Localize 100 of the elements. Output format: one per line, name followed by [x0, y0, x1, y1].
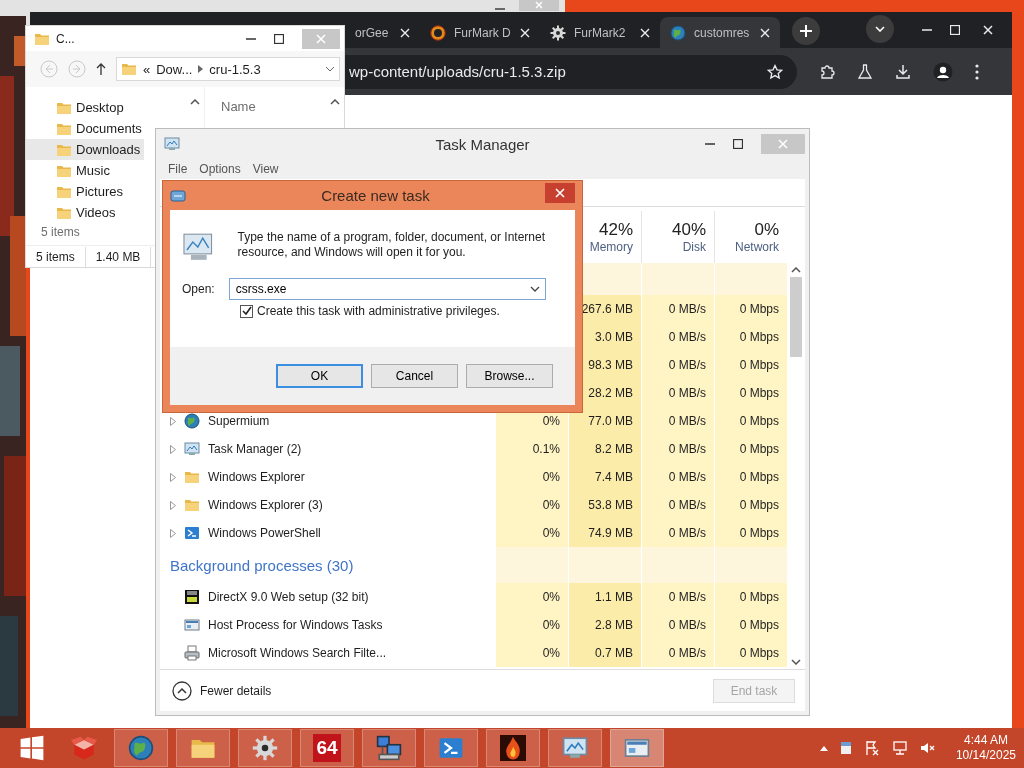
- menu-item[interactable]: View: [252, 162, 279, 176]
- expand-icon[interactable]: [170, 444, 176, 454]
- folder-icon: [184, 469, 200, 485]
- disk-cell: 0 MB/s: [641, 407, 714, 435]
- caret-icon[interactable]: [325, 66, 335, 72]
- app-logo: 64: [313, 734, 341, 762]
- menu-icon[interactable]: [975, 63, 979, 80]
- star-icon[interactable]: [767, 63, 783, 80]
- nav-item[interactable]: Pictures: [26, 181, 127, 202]
- taskbar-button[interactable]: [424, 729, 478, 767]
- profile-icon[interactable]: [933, 61, 953, 82]
- maximize-icon[interactable]: [274, 33, 284, 44]
- group-header: Background processes (30): [170, 556, 354, 574]
- up-arrow-icon[interactable]: [96, 63, 106, 75]
- expand-icon[interactable]: [170, 472, 176, 482]
- network-cell: 0 Mbps: [714, 583, 787, 611]
- flask-icon[interactable]: [857, 63, 873, 80]
- clock[interactable]: 4:44 AM 10/14/2025: [955, 733, 1016, 763]
- scrollbar-thumb[interactable]: [790, 277, 802, 357]
- dialog-button[interactable]: OK: [276, 364, 363, 388]
- process-name[interactable]: Windows Explorer: [208, 470, 305, 484]
- network-icon[interactable]: [891, 740, 908, 756]
- close-icon[interactable]: [400, 27, 410, 38]
- checkbox-label: Create this task with administrative privileges.: [257, 304, 500, 318]
- nav-item[interactable]: Videos: [26, 202, 120, 223]
- maximize-icon[interactable]: [733, 139, 743, 149]
- disk-cell: 0 MB/s: [641, 323, 714, 351]
- process-name[interactable]: Host Process for Windows Tasks: [208, 618, 383, 632]
- cpu-cell: 0%: [495, 639, 568, 667]
- globe-icon: [184, 413, 200, 429]
- expand-icon[interactable]: [170, 500, 176, 510]
- process-name[interactable]: Windows Explorer (3): [208, 498, 323, 512]
- globe-icon: [128, 735, 154, 761]
- browser-tab[interactable]: orGee: [345, 17, 420, 48]
- close-icon[interactable]: [520, 27, 530, 38]
- menu-item[interactable]: File: [168, 162, 188, 176]
- expand-icon[interactable]: [170, 528, 176, 538]
- check-icon: [241, 306, 252, 316]
- process-name[interactable]: DirectX 9.0 Web setup (32 bit): [208, 590, 369, 604]
- address-field[interactable]: « Dow... cru-1.5.3: [116, 57, 340, 81]
- fewer-details-link[interactable]: Fewer details: [200, 683, 272, 698]
- memory-cell: 2.8 MB: [568, 611, 641, 639]
- menu-item[interactable]: Options: [199, 162, 241, 176]
- scroll-down-icon[interactable]: [791, 659, 801, 665]
- disk-cell: 0 MB/s: [641, 379, 714, 407]
- address-bar[interactable]: wp-content/uploads/cru-1.5.3.zip: [345, 54, 797, 89]
- close-icon[interactable]: [760, 27, 770, 38]
- network-cell: 0 Mbps: [714, 491, 787, 519]
- mute-icon[interactable]: [919, 740, 936, 756]
- process-name[interactable]: Windows PowerShell: [208, 526, 321, 540]
- new-tab-button[interactable]: [792, 17, 820, 45]
- network-cell: 0 Mbps: [714, 323, 787, 351]
- taskbar-button[interactable]: [114, 729, 168, 767]
- close-icon[interactable]: [983, 25, 993, 35]
- nav-item[interactable]: Downloads: [26, 139, 145, 160]
- process-name[interactable]: Supermium: [208, 414, 270, 428]
- network-cell: 0 Mbps: [714, 295, 787, 323]
- browser-tab[interactable]: FurMark D: [420, 17, 540, 48]
- status-text: 1.40 MB: [85, 246, 152, 267]
- taskbar-button[interactable]: [362, 729, 416, 767]
- download-icon[interactable]: [895, 63, 911, 80]
- chevron-up-icon[interactable]: [819, 745, 828, 751]
- plus-icon[interactable]: [799, 24, 813, 38]
- dialog-message: Type the name of a program, folder, document, or Internet resource, and Windows will open it for you.: [237, 230, 547, 260]
- dialog-title: Create new task: [320, 187, 431, 204]
- taskbar-button[interactable]: 64: [300, 729, 354, 767]
- breadcrumb-item[interactable]: Dow...: [156, 61, 193, 77]
- dialog-button[interactable]: Browse...: [466, 364, 553, 388]
- scroll-up-icon[interactable]: [791, 267, 801, 273]
- flag-icon[interactable]: [863, 740, 880, 756]
- browser-tab[interactable]: FurMark2: [540, 17, 660, 48]
- scroll-up-icon[interactable]: [190, 99, 200, 105]
- process-name[interactable]: Task Manager (2): [208, 442, 302, 456]
- nav-item[interactable]: Desktop: [26, 97, 128, 118]
- checkbox[interactable]: [240, 304, 253, 318]
- breadcrumb-overflow[interactable]: «: [143, 61, 151, 77]
- nav-item[interactable]: Documents: [26, 118, 146, 139]
- breadcrumb-item[interactable]: cru-1.5.3: [209, 61, 261, 77]
- memory-cell: 74.9 MB: [568, 519, 641, 547]
- collapse-icon[interactable]: [172, 680, 192, 701]
- taskbar-button[interactable]: [610, 729, 664, 767]
- memory-cell: 8.2 MB: [568, 435, 641, 463]
- field-label: Open:: [182, 282, 215, 296]
- puzzle-icon[interactable]: [819, 63, 835, 80]
- taskbar-button[interactable]: [548, 729, 602, 767]
- network-cell: 0 Mbps: [714, 519, 787, 547]
- disk-cell: 0 MB/s: [641, 491, 714, 519]
- expand-icon[interactable]: [170, 416, 176, 426]
- dropdown-caret-icon[interactable]: [529, 286, 540, 292]
- tab-search-button[interactable]: [866, 14, 894, 43]
- dialog-button[interactable]: Cancel: [371, 364, 458, 388]
- nav-item[interactable]: Music: [26, 160, 114, 181]
- close-icon[interactable]: [640, 27, 650, 38]
- browser-tab[interactable]: customres: [660, 17, 780, 48]
- command-field[interactable]: csrss.exe: [228, 278, 546, 300]
- process-name[interactable]: Microsoft Windows Search Filte...: [208, 646, 387, 660]
- battery-icon[interactable]: [839, 741, 852, 755]
- taskbar-button[interactable]: [486, 729, 540, 767]
- scroll-up-icon[interactable]: [330, 99, 340, 105]
- window-title: C...: [56, 31, 75, 46]
